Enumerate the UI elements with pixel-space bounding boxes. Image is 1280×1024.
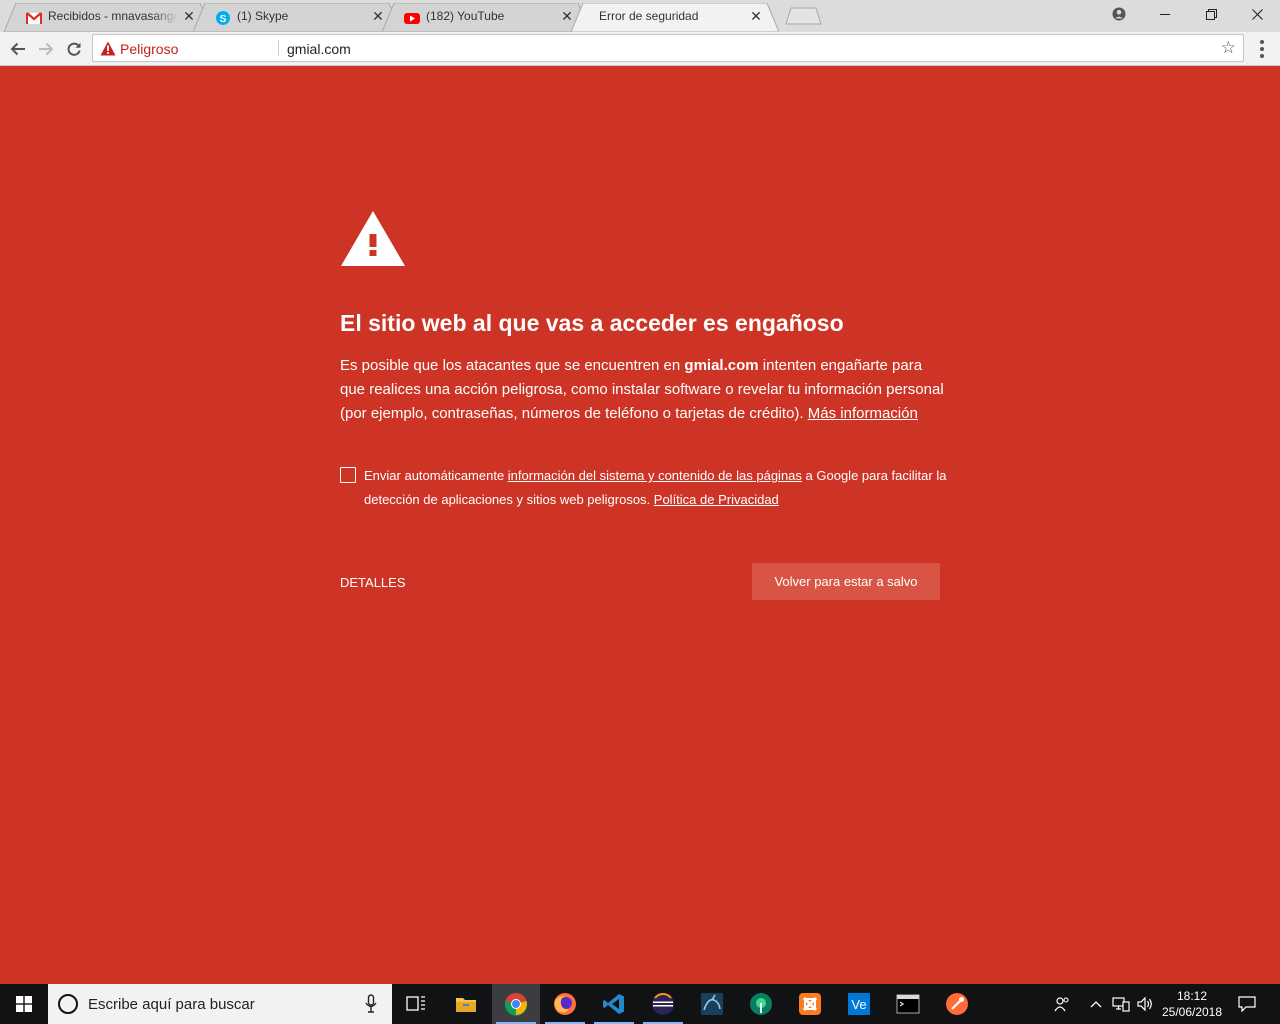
tab-title: Recibidos - mnavasangue <box>48 9 178 23</box>
report-checkbox[interactable] <box>340 467 356 483</box>
system-info-link[interactable]: información del sistema y contenido de l… <box>508 468 802 483</box>
back-to-safety-button[interactable]: Volver para estar a salvo <box>752 563 940 600</box>
taskbar-search-box[interactable]: Escribe aquí para buscar <box>48 984 392 1024</box>
taskbar-clock[interactable]: 18:12 25/06/2018 <box>1158 988 1226 1020</box>
new-tab-button[interactable] <box>785 7 823 25</box>
bookmark-star-icon[interactable]: ☆ <box>1221 38 1236 58</box>
reload-icon <box>67 42 81 56</box>
windows-logo-icon <box>16 996 32 1012</box>
postman-icon[interactable] <box>933 984 981 1024</box>
omnibox-divider <box>278 40 279 56</box>
close-icon[interactable]: ✕ <box>749 9 763 23</box>
forward-button[interactable] <box>33 36 59 62</box>
tab-youtube[interactable]: (182) YouTube ✕ <box>382 3 590 32</box>
tab-title: (1) Skype <box>237 9 289 23</box>
clock-date: 25/06/2018 <box>1161 1005 1223 1019</box>
gmail-icon <box>26 12 42 24</box>
cortana-icon <box>58 994 78 1014</box>
description-text: Es posible que los atacantes que se encu… <box>340 357 685 374</box>
android-studio-icon[interactable] <box>737 984 785 1024</box>
network-icon[interactable] <box>1110 984 1132 1024</box>
security-chip-label: Peligroso <box>120 41 179 57</box>
page-heading: El sitio web al que vas a acceder es eng… <box>340 310 844 336</box>
report-optin-text: Enviar automáticamente información del s… <box>364 464 954 512</box>
clock-time: 18:12 <box>1176 989 1208 1003</box>
search-placeholder: Escribe aquí para buscar <box>88 996 255 1013</box>
warning-triangle-icon <box>341 211 405 266</box>
warning-triangle-icon <box>100 41 116 56</box>
back-button[interactable] <box>5 36 31 62</box>
menu-dots-icon[interactable] <box>1252 36 1272 62</box>
skype-icon: S <box>216 11 230 25</box>
svg-text:S: S <box>220 14 227 25</box>
xampp-icon[interactable] <box>786 984 834 1024</box>
svg-text:Ve: Ve <box>851 997 866 1012</box>
close-window-button[interactable] <box>1234 0 1280 28</box>
tab-title: (182) YouTube <box>426 9 505 23</box>
security-interstitial: El sitio web al que vas a acceder es eng… <box>0 67 1280 984</box>
windows-taskbar: Escribe aquí para buscar Ve 18:12 25/06/… <box>0 984 1280 1024</box>
details-button[interactable]: DETALLES <box>340 575 406 590</box>
volume-icon[interactable] <box>1134 984 1156 1024</box>
vue-icon[interactable]: Ve <box>835 984 883 1024</box>
tab-gmail[interactable]: Recibidos - mnavasangue ✕ <box>4 3 212 32</box>
address-bar[interactable]: Peligroso gmial.com ☆ <box>92 34 1244 62</box>
more-info-link[interactable]: Más información <box>808 405 918 422</box>
terminal-icon[interactable] <box>884 984 932 1024</box>
task-view-icon[interactable] <box>392 984 440 1024</box>
optin-text: Enviar automáticamente <box>364 468 508 483</box>
profile-icon[interactable] <box>1096 0 1142 28</box>
domain-name: gmial.com <box>684 357 759 374</box>
arrow-right-icon <box>39 42 54 56</box>
people-icon[interactable] <box>1050 984 1074 1024</box>
microphone-icon[interactable] <box>365 994 377 1014</box>
url-text: gmial.com <box>287 41 351 57</box>
chrome-icon[interactable] <box>492 984 540 1024</box>
action-center-icon[interactable] <box>1232 984 1262 1024</box>
arrow-left-icon <box>10 42 25 56</box>
warning-description: Es posible que los atacantes que se encu… <box>340 354 950 426</box>
eclipse-icon[interactable] <box>639 984 687 1024</box>
tab-skype[interactable]: S (1) Skype ✕ <box>193 3 401 32</box>
privacy-policy-link[interactable]: Política de Privacidad <box>654 492 779 507</box>
restore-button[interactable] <box>1188 0 1234 28</box>
firefox-icon[interactable] <box>541 984 589 1024</box>
tab-security-error[interactable]: Error de seguridad ✕ <box>571 3 779 32</box>
browser-toolbar: Peligroso gmial.com ☆ <box>0 32 1280 66</box>
reload-button[interactable] <box>61 36 87 62</box>
file-explorer-icon[interactable] <box>442 984 490 1024</box>
tab-title: Error de seguridad <box>599 9 699 23</box>
minimize-button[interactable] <box>1142 0 1188 28</box>
youtube-icon <box>404 13 420 24</box>
vscode-icon[interactable] <box>590 984 638 1024</box>
tab-strip: Recibidos - mnavasangue ✕ S (1) Skype ✕ … <box>0 0 1280 32</box>
chevron-up-icon[interactable] <box>1086 984 1106 1024</box>
start-button[interactable] <box>0 984 48 1024</box>
mysql-workbench-icon[interactable] <box>688 984 736 1024</box>
